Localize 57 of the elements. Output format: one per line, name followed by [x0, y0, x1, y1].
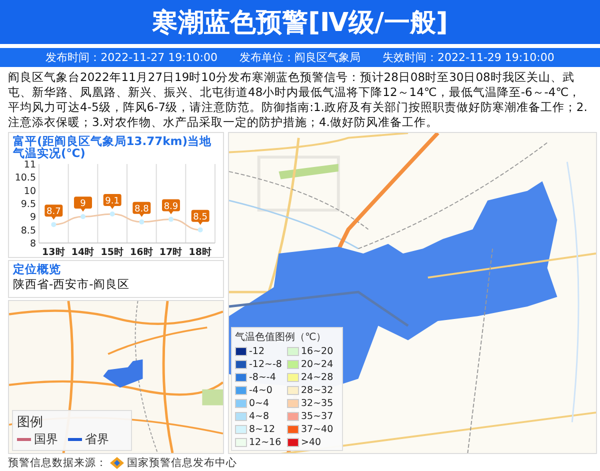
- data-point: [139, 219, 144, 224]
- data-point: [51, 222, 56, 228]
- legend-label: 4~8: [249, 411, 270, 422]
- legend-label: 37~40: [301, 424, 334, 435]
- legend-label: 28~32: [301, 385, 334, 396]
- x-tick-label: 15时: [100, 247, 124, 257]
- value-label: 8.7: [44, 204, 63, 220]
- location-text: 陕西省-西安市-阎良区: [13, 277, 130, 292]
- value-label: 8.9: [162, 199, 180, 214]
- chart-title: 富平(距阎良区气象局13.77km)当地气温实况(℃): [13, 135, 213, 159]
- x-tick-label: 18时: [188, 247, 212, 257]
- y-tick-label: 10: [24, 186, 36, 197]
- legend-title: 图例: [17, 414, 44, 431]
- page-title: 寒潮蓝色预警[Ⅳ级/一般]: [152, 6, 448, 40]
- value-label: 9.1: [103, 194, 122, 210]
- data-point: [80, 214, 86, 220]
- data-point: [198, 227, 203, 232]
- data-point: [168, 216, 174, 222]
- diamond-logo-icon: [110, 457, 124, 469]
- x-tick-label: 14时: [71, 247, 95, 257]
- legend-label: 省界: [85, 431, 109, 448]
- value-label: 8.8: [132, 202, 151, 217]
- legend-label: 8~12: [249, 424, 276, 435]
- y-tick-label: 8.5: [20, 225, 36, 236]
- legend-label: -4~0: [249, 385, 272, 396]
- legend-label: 国界: [34, 431, 58, 448]
- legend-label: -12: [249, 346, 265, 357]
- x-tick-label: 13时: [42, 247, 66, 257]
- source-name: 国家预警信息发布中心: [127, 456, 237, 470]
- x-tick-label: 16时: [130, 247, 154, 257]
- y-tick-label: 10.5: [14, 172, 36, 184]
- legend-label: 16~20: [301, 346, 334, 357]
- legend-label: 24~28: [301, 372, 334, 383]
- x-tick-label: 17时: [159, 247, 183, 257]
- location-title: 定位概览: [13, 263, 62, 275]
- info-text: 发布单位：阎良区气象局: [240, 50, 360, 65]
- warning-description: 阎良区气象台2022年11月27日19时10分发布寒潮蓝色预警信号：预计28日08时至30日08时我区关山、武屯、新华路、凤凰路、新兴、振兴、北屯街道48小时内最低气温将下降12～14℃，最低气温降至-6～-4℃，平均风力可达4-5级，阵风6-7级，请注意防范。防御指南:1.政府及有关部门按照职责做好防寒潮准备工作；2.注意添衣保暖；3.对农作物、水产品采取一定的防护措施；4.做好防风准备工作。: [8, 70, 588, 131]
- y-tick-label: 9: [30, 212, 36, 224]
- data-point: [110, 212, 115, 217]
- y-tick-label: 9.5: [20, 199, 36, 210]
- info-text: 发布时间：2022-11-27 19:10:00: [46, 50, 218, 65]
- legend-label: -12~-8: [249, 359, 282, 370]
- legend-label: >40: [301, 437, 322, 448]
- legend-label: 32~35: [301, 398, 334, 409]
- legend-label: 12~16: [249, 437, 282, 448]
- value-label: 8.5: [191, 210, 210, 225]
- info-text: 失效时间：2022-11-29 19:10:00: [382, 50, 554, 65]
- legend-label: -8~-4: [249, 372, 276, 383]
- value-label: 9: [74, 196, 92, 212]
- y-tick-label: 11: [24, 160, 36, 170]
- legend-label: 35~37: [301, 411, 334, 422]
- y-tick-label: 8: [30, 238, 36, 250]
- legend-title: 气温色值图例（℃）: [235, 331, 328, 344]
- source-label: 预警信息数据来源：: [8, 456, 107, 470]
- data-label: 9: [80, 199, 86, 210]
- legend-label: 20~24: [301, 359, 334, 370]
- legend-label: 0~4: [249, 398, 270, 409]
